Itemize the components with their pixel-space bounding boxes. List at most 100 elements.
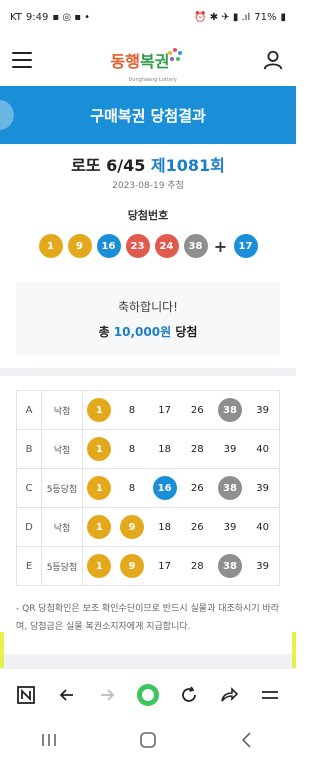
ticket-number: 8 (128, 443, 136, 455)
menu-icon[interactable] (257, 682, 283, 708)
ticket-number: 18 (158, 443, 171, 455)
winning-ball: 23 (125, 234, 150, 258)
game-name: 로또 6/45 (71, 156, 146, 175)
ticket-number: 26 (190, 482, 204, 494)
n-icon[interactable] (13, 682, 39, 708)
ticket-number: 39 (256, 482, 269, 494)
ticket-result: 낙첨 (41, 507, 83, 547)
ticket-number: 39 (256, 404, 269, 416)
ticket-number: 40 (256, 443, 269, 455)
ticket-number: 17 (158, 560, 171, 572)
prize-text: 총 10,000원 당첨 (16, 323, 280, 340)
ticket-result: 낙첨 (41, 429, 83, 469)
ticket-number: 26 (190, 404, 204, 416)
ticket-number: 39 (223, 521, 237, 533)
ticket-number: 40 (256, 521, 269, 533)
ticket-number: 8 (128, 404, 136, 416)
draw-title: 로또 6/45 제1081회 (0, 152, 296, 176)
ticket-number: 38 (217, 554, 242, 578)
battery-label: 71% (254, 11, 277, 23)
ticket-number: 8 (128, 482, 136, 494)
banner-decoration (0, 100, 14, 130)
status-bar: KT 9:49 ▪ ◎ ▪ • ⏰ ✱ ✈ ▮ .ıl 71% ▮ (0, 0, 296, 34)
winning-numbers-label: 당첨번호 (127, 209, 169, 222)
ticket-letter: B (16, 429, 42, 469)
ticket-number: 39 (223, 443, 237, 455)
winning-ball: 24 (154, 234, 179, 258)
ticket-number: 1 (87, 554, 112, 578)
system-icons: ⏰ ✱ ✈ ▮ .ıl (194, 11, 251, 23)
congrats-text: 축하합니다! (117, 300, 178, 314)
ticket-result: 5등당첨 (41, 546, 83, 586)
result-box: 축하합니다! 총 10,000원 당첨 (16, 282, 280, 356)
battery-icon: ▮ (280, 11, 286, 23)
ticket-number: 28 (190, 443, 204, 455)
ticket-number: 1 (87, 515, 112, 539)
ticket-number: 26 (190, 521, 204, 533)
forward-icon[interactable] (94, 682, 120, 708)
ticket-letter: A (16, 390, 42, 430)
notification-icons: ▪ ◎ ▪ • (52, 11, 91, 23)
page-banner: 구매복권 당첨결과 (0, 86, 296, 144)
prize-prefix: 총 (98, 325, 110, 339)
logo[interactable]: 동행복권 Donghaeng Lottery (110, 48, 184, 83)
winning-ball: 38 (183, 234, 208, 258)
ticket-numbers: 1 8 17 26 38 39 (82, 390, 280, 430)
home-icon[interactable] (139, 731, 157, 749)
ticket-row: B 낙첨 1 8 18 28 39 40 (16, 429, 280, 469)
ticket-number: 9 (119, 515, 144, 539)
ticket-result: 낙첨 (41, 390, 83, 430)
carrier-label: KT (10, 11, 22, 23)
ticket-number: 18 (158, 521, 171, 533)
logo-subtext: Donghaeng Lottery (128, 77, 177, 83)
refresh-icon[interactable] (176, 682, 202, 708)
bonus-ball: 17 (233, 234, 258, 258)
ticket-numbers: 1 9 17 28 38 39 (82, 546, 280, 586)
draw-round: 제1081회 (150, 156, 225, 175)
ticket-row: E 5등당첨 1 9 17 28 38 39 (16, 546, 280, 586)
hamburger-menu-icon[interactable] (12, 52, 32, 68)
ticket-table: A 낙첨 1 8 17 26 38 39 B 낙첨 1 8 18 28 39 40 C 5등당첨 1 8 16 26 38 3… (16, 390, 280, 586)
ticket-numbers: 1 8 18 28 39 40 (82, 429, 280, 469)
notice-text: - QR 당첨확인은 보조 확인수단이므로 반드시 실물과 대조하시기 바라며,… (16, 604, 280, 632)
share-icon[interactable] (216, 682, 242, 708)
back-icon[interactable] (54, 682, 80, 708)
ticket-number: 17 (158, 404, 171, 416)
bonus-plus: + (213, 236, 228, 256)
draw-date: 2023-08-19 추첨 (112, 181, 184, 191)
winning-ball: 16 (96, 234, 121, 258)
prize-suffix: 당첨 (175, 325, 198, 339)
ticket-numbers: 1 8 16 26 38 39 (82, 468, 280, 508)
ticket-number: 28 (190, 560, 204, 572)
winning-ball: 9 (67, 234, 92, 258)
ticket-number: 16 (152, 476, 177, 500)
prize-amount: 10,000원 (113, 325, 172, 339)
ticket-result: 5등당첨 (41, 468, 83, 508)
ticket-row: A 낙첨 1 8 17 26 38 39 (16, 390, 280, 430)
winning-ball: 1 (38, 234, 63, 258)
ticket-number: 9 (119, 554, 144, 578)
ticket-row: D 낙첨 1 9 18 26 39 40 (16, 507, 280, 547)
ticket-number: 1 (87, 398, 112, 422)
footer-divider (0, 654, 296, 668)
winning-numbers: 1 9 16 23 24 38 +17 (0, 234, 296, 258)
ticket-numbers: 1 9 18 26 39 40 (82, 507, 280, 547)
section-divider (0, 368, 296, 376)
ticket-letter: C (16, 468, 42, 508)
ticket-row: C 5등당첨 1 8 16 26 38 39 (16, 468, 280, 508)
home-circle-icon[interactable] (135, 682, 161, 708)
ticket-number: 38 (217, 476, 242, 500)
logo-burst-icon (168, 48, 183, 61)
system-nav-bar (0, 720, 296, 760)
ticket-number: 1 (87, 476, 112, 500)
ticket-number: 1 (87, 437, 112, 461)
app-header: 동행복권 Donghaeng Lottery (0, 34, 296, 86)
logo-text: 동행복권 (110, 52, 170, 71)
browser-toolbar (0, 668, 296, 720)
recents-icon[interactable] (40, 732, 58, 748)
time-label: 9:49 (25, 11, 49, 23)
user-icon[interactable] (262, 49, 284, 71)
back-nav-icon[interactable] (238, 731, 256, 749)
ticket-number: 38 (217, 398, 242, 422)
ticket-letter: E (16, 546, 42, 586)
